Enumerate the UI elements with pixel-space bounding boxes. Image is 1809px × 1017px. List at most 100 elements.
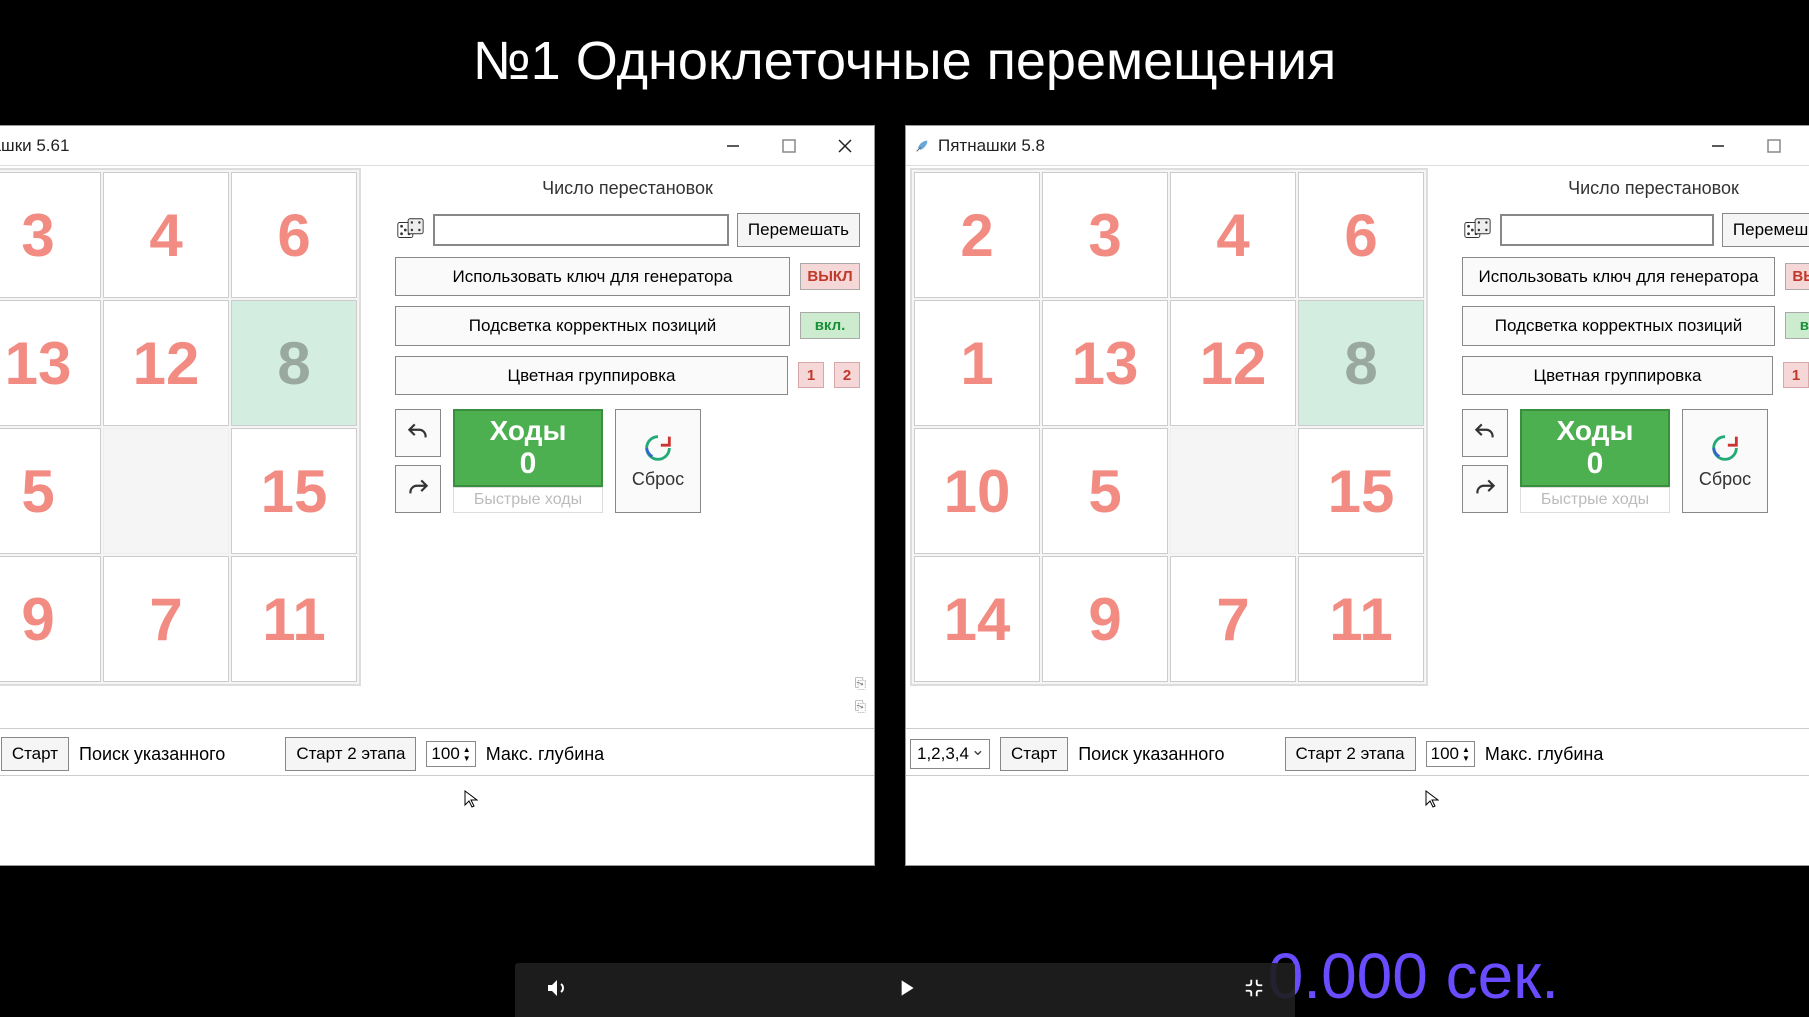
reset-label: Сброс — [1699, 469, 1751, 490]
search-label: Поиск указанного — [1078, 744, 1224, 765]
moves-count: 0 — [520, 447, 537, 481]
puzzle-tile[interactable]: 3 — [1042, 172, 1168, 298]
shuffle-count-label: Число перестановок — [1462, 178, 1809, 199]
color-grouping-button[interactable]: Цветная группировка — [1462, 356, 1773, 395]
puzzle-tile[interactable]: 11 — [1298, 556, 1424, 682]
depth-label: Макс. глубина — [1485, 744, 1603, 765]
puzzle-tile — [103, 428, 229, 554]
log-area — [906, 775, 1809, 865]
minimize-button[interactable] — [718, 131, 748, 161]
puzzle-tile[interactable]: 9 — [1042, 556, 1168, 682]
volume-icon[interactable] — [545, 976, 569, 1005]
titlebar: Пятнашки 5.8 — [906, 126, 1809, 166]
titlebar: Пятнашки 5.61 — [0, 126, 874, 166]
puzzle-tile[interactable]: 7 — [103, 556, 229, 682]
puzzle-tile[interactable]: 7 — [1170, 556, 1296, 682]
moves-counter: Ходы 0 — [453, 409, 603, 487]
puzzle-tile[interactable]: 8 — [1298, 300, 1424, 426]
puzzle-board: 2346 113128 105 15 149711 — [910, 168, 1428, 686]
puzzle-tile[interactable]: 1 — [914, 300, 1040, 426]
fast-moves-label: Быстрые ходы — [1520, 487, 1670, 513]
highlight-toggle[interactable]: вкл. — [1785, 312, 1809, 339]
redo-button[interactable] — [1462, 465, 1508, 513]
exit-fullscreen-icon[interactable] — [1243, 977, 1265, 1004]
group-chip-1[interactable]: 1 — [1783, 362, 1809, 388]
puzzle-tile — [1170, 428, 1296, 554]
log-area — [0, 775, 874, 865]
puzzle-tile[interactable]: 10 — [914, 428, 1040, 554]
maximize-button[interactable] — [774, 131, 804, 161]
target-select[interactable]: 1,2,3,4 — [910, 739, 990, 769]
group-chip-2[interactable]: 2 — [834, 362, 860, 388]
feather-icon — [914, 138, 930, 154]
use-key-button[interactable]: Использовать ключ для генератора — [395, 257, 790, 296]
dice-icon[interactable] — [1462, 215, 1492, 245]
use-key-button[interactable]: Использовать ключ для генератора — [1462, 257, 1775, 296]
undo-button[interactable] — [1462, 409, 1508, 457]
page-title: №1 Одноклеточные перемещения — [0, 0, 1809, 92]
maximize-button[interactable] — [1759, 131, 1789, 161]
puzzle-tile[interactable]: 14 — [914, 556, 1040, 682]
depth-spinner[interactable]: 100▲▼ — [426, 741, 475, 767]
puzzle-tile[interactable]: 15 — [1298, 428, 1424, 554]
puzzle-tile[interactable]: 6 — [1298, 172, 1424, 298]
dice-icon[interactable] — [395, 215, 425, 245]
moves-count: 0 — [1587, 447, 1604, 481]
shuffle-count-label: Число перестановок — [395, 178, 860, 199]
puzzle-tile[interactable]: 13 — [1042, 300, 1168, 426]
puzzle-tile[interactable]: 12 — [1170, 300, 1296, 426]
shuffle-button[interactable]: Перемешать — [737, 213, 860, 247]
reset-button[interactable]: Сброс — [1682, 409, 1768, 513]
shuffle-count-input[interactable] — [1500, 214, 1714, 246]
minimize-button[interactable] — [1703, 131, 1733, 161]
play-icon[interactable] — [893, 975, 919, 1006]
highlight-toggle[interactable]: вкл. — [800, 312, 860, 339]
puzzle-tile[interactable]: 4 — [1170, 172, 1296, 298]
puzzle-tile[interactable]: 3 — [0, 172, 101, 298]
puzzle-tile[interactable]: 5 — [1042, 428, 1168, 554]
start-button[interactable]: Старт — [1000, 737, 1068, 771]
reset-label: Сброс — [632, 469, 684, 490]
color-grouping-button[interactable]: Цветная группировка — [395, 356, 788, 395]
start-button[interactable]: Старт — [1, 737, 69, 771]
puzzle-tile[interactable]: 8 — [231, 300, 357, 426]
puzzle-board: 234611312810515149711 — [0, 168, 361, 686]
copy-icon[interactable]: ⎘ — [855, 675, 866, 692]
puzzle-tile[interactable]: 9 — [0, 556, 101, 682]
puzzle-tile[interactable]: 15 — [231, 428, 357, 554]
bottom-toolbar: 1,2,3,4 Старт Поиск указанного Старт 2 э… — [906, 728, 1809, 775]
window-title: Пятнашки 5.8 — [938, 136, 1703, 156]
puzzle-tile[interactable]: 12 — [103, 300, 229, 426]
depth-spinner[interactable]: 100▲▼ — [1426, 741, 1475, 767]
timer-display: 0.000 сек. — [1268, 939, 1559, 1013]
puzzle-tile[interactable]: 6 — [231, 172, 357, 298]
bottom-toolbar: 2,3,4 Старт Поиск указанного Старт 2 эта… — [0, 728, 874, 775]
moves-counter: Ходы 0 — [1520, 409, 1670, 487]
moves-title: Ходы — [1557, 415, 1634, 447]
depth-label: Макс. глубина — [486, 744, 604, 765]
key-toggle[interactable]: ВЫКЛ — [800, 263, 860, 290]
undo-button[interactable] — [395, 409, 441, 457]
puzzle-tile[interactable]: 11 — [231, 556, 357, 682]
shuffle-count-input[interactable] — [433, 214, 729, 246]
app-window-right: Пятнашки 5.8 234611312810515149711 Число… — [905, 125, 1809, 866]
shuffle-button[interactable]: Перемешать — [1722, 213, 1809, 247]
puzzle-tile[interactable]: 4 — [103, 172, 229, 298]
puzzle-tile[interactable]: 2 — [914, 172, 1040, 298]
window-title: Пятнашки 5.61 — [0, 136, 718, 156]
key-toggle[interactable]: ВЫКЛ — [1785, 263, 1809, 290]
start-stage2-button[interactable]: Старт 2 этапа — [285, 737, 416, 771]
puzzle-tile[interactable]: 13 — [0, 300, 101, 426]
puzzle-tile[interactable]: 5 — [0, 428, 101, 554]
moves-title: Ходы — [490, 415, 567, 447]
highlight-button[interactable]: Подсветка корректных позиций — [1462, 306, 1775, 345]
close-button[interactable] — [830, 131, 860, 161]
reset-button[interactable]: Сброс — [615, 409, 701, 513]
start-stage2-button[interactable]: Старт 2 этапа — [1285, 737, 1416, 771]
highlight-button[interactable]: Подсветка корректных позиций — [395, 306, 790, 345]
copy-icon-2[interactable]: ⎘ — [855, 698, 866, 715]
video-player-bar — [515, 963, 1295, 1017]
app-window-left: Пятнашки 5.61 234611312810515149711 Числ… — [0, 125, 875, 866]
group-chip-1[interactable]: 1 — [798, 362, 824, 388]
redo-button[interactable] — [395, 465, 441, 513]
